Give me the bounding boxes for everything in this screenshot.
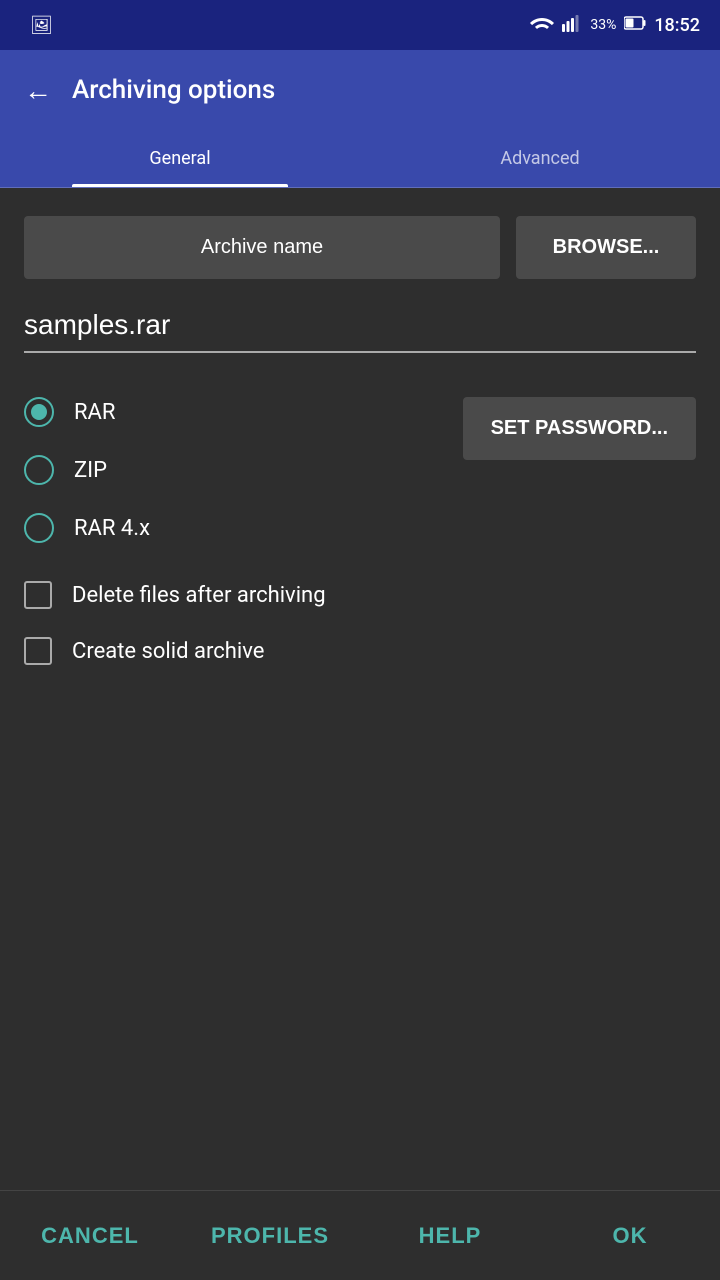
help-button[interactable]: HELP bbox=[360, 1191, 540, 1280]
radio-rar-label: RAR bbox=[74, 400, 115, 425]
content-area: Archive name BROWSE... RAR ZIP RAR 4.x bbox=[0, 188, 720, 1190]
radio-rar-outer bbox=[24, 397, 54, 427]
filename-input[interactable] bbox=[24, 299, 696, 353]
radio-zip-outer bbox=[24, 455, 54, 485]
archive-name-button[interactable]: Archive name bbox=[24, 216, 500, 279]
tab-bar: General Advanced bbox=[0, 130, 720, 188]
status-time: 18:52 bbox=[654, 15, 700, 36]
radio-rar[interactable]: RAR bbox=[24, 383, 443, 441]
checkbox-solid-box bbox=[24, 637, 52, 665]
radio-rar-inner bbox=[31, 404, 47, 420]
status-icons: 33% 18:52 bbox=[530, 14, 700, 36]
battery-icon bbox=[624, 16, 646, 34]
tab-advanced[interactable]: Advanced bbox=[360, 130, 720, 187]
checkbox-solid[interactable]: Create solid archive bbox=[24, 623, 696, 679]
back-button[interactable]: ← bbox=[24, 74, 52, 107]
radio-rar4x-label: RAR 4.x bbox=[74, 516, 150, 541]
browse-button[interactable]: BROWSE... bbox=[516, 216, 696, 279]
bottom-bar: CANCEL PROFILES HELP OK bbox=[0, 1190, 720, 1280]
checkbox-solid-label: Create solid archive bbox=[72, 639, 264, 664]
app-bar-title: Archiving options bbox=[72, 75, 275, 105]
ok-button[interactable]: OK bbox=[540, 1191, 720, 1280]
battery-text: 33% bbox=[590, 17, 616, 33]
profiles-button[interactable]: PROFILES bbox=[180, 1191, 360, 1280]
status-bar: 🖼 33% 18:52 bbox=[0, 0, 720, 50]
format-radio-group: RAR ZIP RAR 4.x bbox=[24, 383, 443, 557]
checkbox-delete[interactable]: Delete files after archiving bbox=[24, 567, 696, 623]
radio-zip-label: ZIP bbox=[74, 458, 107, 483]
cancel-button[interactable]: CANCEL bbox=[0, 1191, 180, 1280]
status-bar-left: 🖼 bbox=[20, 15, 520, 36]
set-password-button[interactable]: SET PASSWORD... bbox=[463, 397, 696, 460]
signal-icon bbox=[562, 14, 582, 36]
checkbox-group: Delete files after archiving Create soli… bbox=[24, 567, 696, 679]
checkbox-delete-label: Delete files after archiving bbox=[72, 583, 326, 608]
checkbox-delete-box bbox=[24, 581, 52, 609]
wifi-icon bbox=[530, 14, 554, 36]
radio-rar4x-outer bbox=[24, 513, 54, 543]
radio-rar4x[interactable]: RAR 4.x bbox=[24, 499, 443, 557]
app-bar: ← Archiving options bbox=[0, 50, 720, 130]
radio-password-section: RAR ZIP RAR 4.x SET PASSWORD... bbox=[24, 383, 696, 557]
password-btn-wrap: SET PASSWORD... bbox=[463, 383, 696, 460]
archive-name-row: Archive name BROWSE... bbox=[24, 216, 696, 279]
tab-general[interactable]: General bbox=[0, 130, 360, 187]
radio-zip[interactable]: ZIP bbox=[24, 441, 443, 499]
photo-icon: 🖼 bbox=[30, 15, 53, 36]
